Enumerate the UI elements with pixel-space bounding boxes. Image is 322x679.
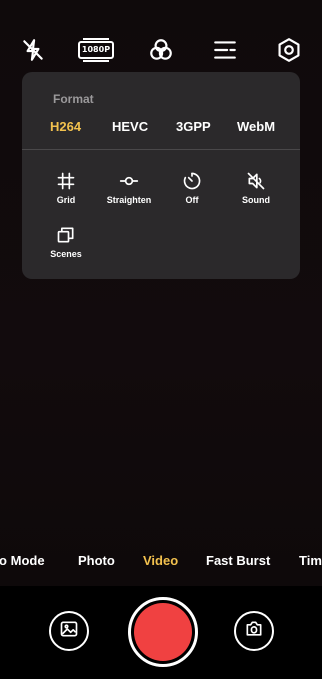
option-scenes[interactable]: Scenes	[36, 224, 96, 259]
option-grid[interactable]: Grid	[36, 170, 96, 205]
top-bar: 1080P	[0, 30, 322, 70]
divider	[22, 149, 300, 150]
filters-icon[interactable]	[141, 30, 181, 70]
option-label: Grid	[56, 195, 76, 205]
flip-camera-icon	[244, 619, 264, 644]
option-sound[interactable]: Sound	[226, 170, 286, 205]
shutter-button[interactable]	[128, 597, 198, 667]
option-label: Off	[185, 195, 199, 205]
flash-off-icon[interactable]	[13, 30, 53, 70]
bottom-controls	[0, 586, 322, 679]
mode-pro[interactable]: ro Mode	[0, 553, 45, 568]
menu-icon[interactable]	[205, 30, 245, 70]
gallery-button[interactable]	[49, 611, 89, 651]
mode-photo[interactable]: Photo	[78, 553, 115, 568]
option-label: Straighten	[106, 195, 152, 205]
option-straighten[interactable]: Straighten	[99, 170, 159, 205]
grid-icon	[36, 170, 96, 192]
sound-off-icon	[226, 170, 286, 192]
format-webm[interactable]: WebM	[237, 119, 275, 134]
settings-panel: Format H264 HEVC 3GPP WebM Grid Straight…	[22, 72, 300, 279]
gear-icon[interactable]	[269, 30, 309, 70]
option-label: Sound	[242, 195, 270, 205]
gallery-icon	[59, 619, 79, 644]
mode-selector: ro Mode Photo Video Fast Burst Tim	[0, 553, 322, 573]
format-selector: H264 HEVC 3GPP WebM	[22, 119, 300, 139]
mode-video[interactable]: Video	[143, 553, 178, 568]
scenes-icon	[36, 224, 96, 246]
straighten-icon	[99, 170, 159, 192]
timer-icon	[162, 170, 222, 192]
format-h264[interactable]: H264	[50, 119, 81, 134]
option-timer[interactable]: Off	[162, 170, 222, 205]
flip-camera-button[interactable]	[234, 611, 274, 651]
resolution-button[interactable]: 1080P	[76, 30, 116, 70]
format-hevc[interactable]: HEVC	[112, 119, 148, 134]
panel-title: Format	[53, 92, 94, 106]
shutter-core	[134, 603, 192, 661]
format-3gpp[interactable]: 3GPP	[176, 119, 211, 134]
resolution-label: 1080P	[77, 38, 115, 62]
option-label: Scenes	[50, 249, 82, 259]
mode-fast-burst[interactable]: Fast Burst	[206, 553, 270, 568]
mode-timelapse[interactable]: Tim	[299, 553, 322, 568]
